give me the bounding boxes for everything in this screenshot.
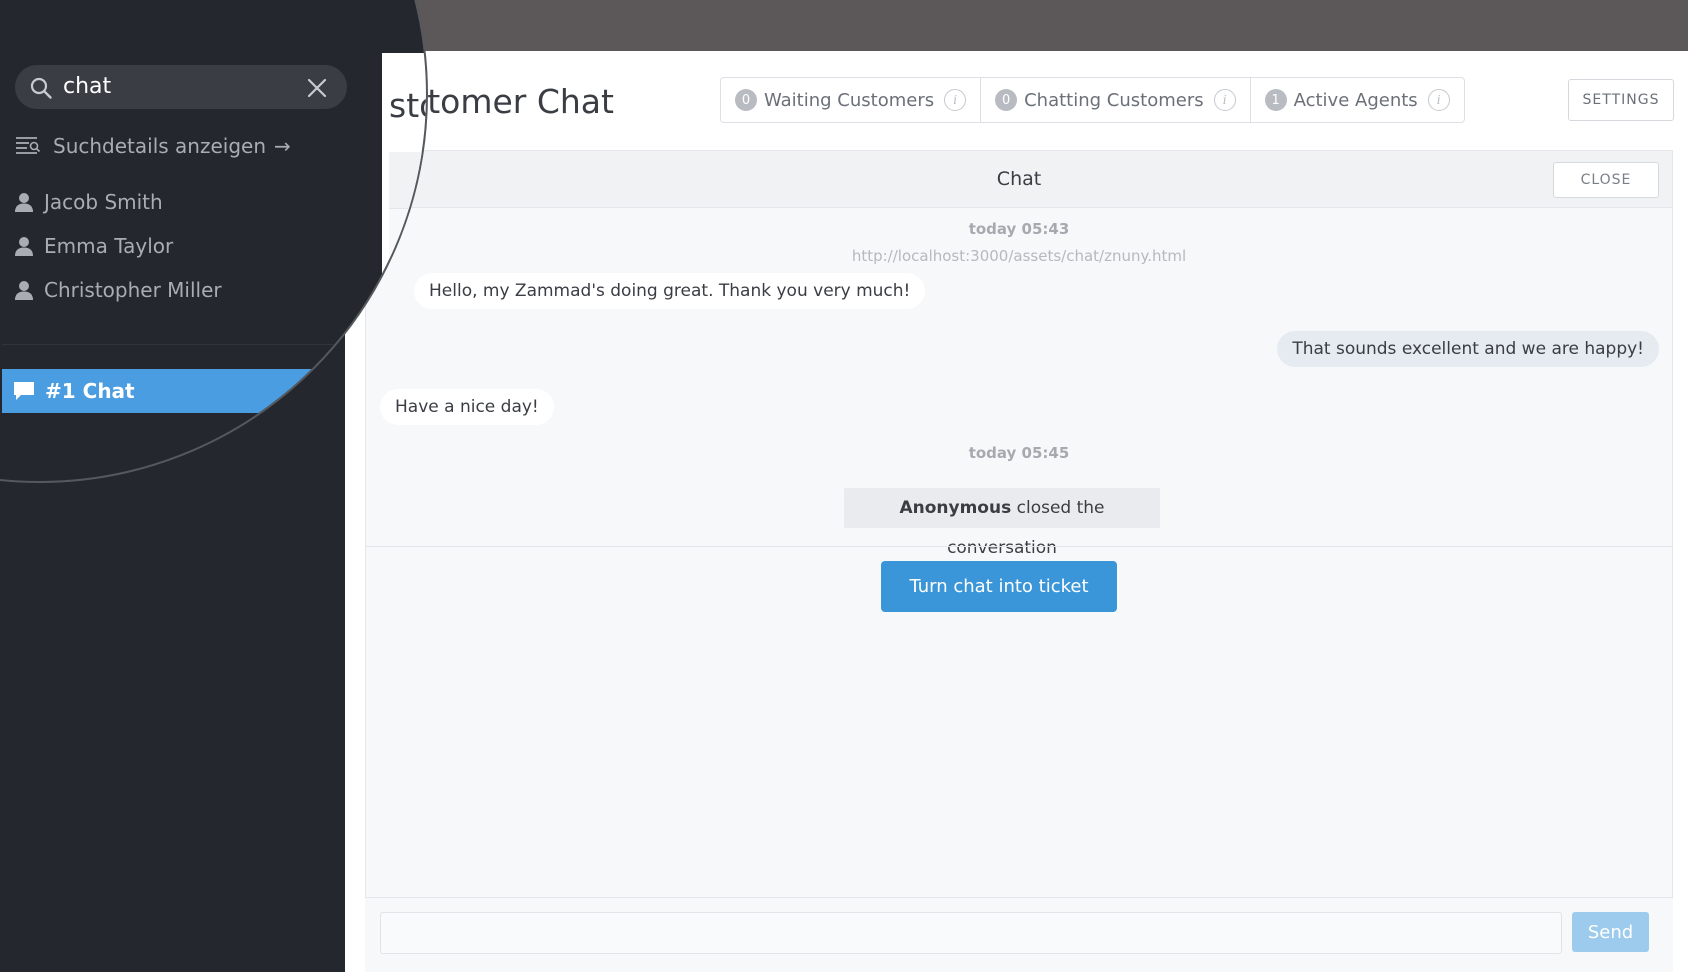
chat-message-input[interactable]: [380, 912, 1562, 954]
person-icon: [15, 237, 33, 256]
turn-chat-into-ticket-button[interactable]: Turn chat into ticket: [881, 561, 1117, 612]
person-icon: [15, 281, 33, 300]
agent-message: That sounds excellent and we are happy!: [1277, 331, 1659, 367]
magnifier-lens: stomer Chat ello, my Zammad's doing grea…: [0, 0, 428, 483]
chat-title: Chat: [996, 168, 1042, 190]
chatting-count-badge: 0: [995, 89, 1018, 111]
stat-label: Active Agents: [1293, 89, 1418, 111]
search-box[interactable]: chat: [15, 65, 347, 109]
search-result-person[interactable]: Christopher Miller: [13, 270, 222, 310]
stat-label: Waiting Customers: [764, 89, 935, 111]
chat-compose-bar: Send: [365, 897, 1673, 972]
settings-button[interactable]: SETTINGS: [1568, 79, 1674, 121]
chat-result-label: #1 Chat: [45, 379, 135, 403]
lens-chat-header: [389, 152, 426, 209]
chat-stats-bar: 0 Waiting Customers i 0 Chatting Custome…: [720, 77, 1465, 123]
person-name: Christopher Miller: [44, 278, 222, 302]
stat-waiting-customers[interactable]: 0 Waiting Customers i: [721, 78, 982, 122]
send-button[interactable]: Send: [1572, 912, 1649, 952]
search-result-chat[interactable]: #1 Chat: [2, 369, 382, 413]
lens-page-title: stomer Chat: [389, 86, 426, 125]
agents-count-badge: 1: [1264, 89, 1287, 111]
page-title: stomer Chat: [410, 82, 614, 121]
stat-label: Chatting Customers: [1024, 89, 1204, 111]
person-icon: [15, 193, 33, 212]
search-result-person[interactable]: Emma Taylor: [13, 226, 173, 266]
search-details-icon: [16, 137, 41, 154]
info-icon[interactable]: i: [944, 89, 967, 111]
chat-source-url[interactable]: http://localhost:3000/assets/chat/znuny.…: [366, 247, 1672, 265]
close-icon[interactable]: [305, 76, 329, 100]
stat-active-agents[interactable]: 1 Active Agents i: [1251, 78, 1464, 122]
message-timestamp: today 05:43: [968, 220, 1070, 238]
search-result-person[interactable]: Jacob Smith: [13, 182, 163, 222]
divider: [2, 344, 382, 345]
customer-message: ello, my Zammad's doing great. Thank you…: [383, 272, 426, 308]
divider: [366, 546, 1672, 547]
customer-message: Hello, my Zammad's doing great. Thank yo…: [414, 273, 926, 309]
chat-bubble-icon: [14, 382, 34, 400]
arrow-right-icon: →: [274, 134, 291, 158]
search-details-link[interactable]: Suchdetails anzeigen →: [15, 126, 291, 166]
chat-header: Chat CLOSE: [366, 151, 1672, 208]
person-name: Emma Taylor: [44, 234, 174, 258]
message-timestamp: today 05:45: [968, 444, 1070, 462]
lens-chat-panel: ello, my Zammad's doing great. Thank you…: [383, 152, 426, 481]
search-icon: [30, 77, 52, 99]
chat-panel: Chat CLOSE today 05:43 http://localhost:…: [365, 150, 1673, 972]
app-window: stomer Chat 0 Waiting Customers i 0 Chat…: [0, 0, 1688, 972]
status-actor: Anonymous: [899, 498, 1012, 518]
close-chat-button[interactable]: CLOSE: [1553, 162, 1659, 198]
waiting-count-badge: 0: [735, 89, 757, 111]
conversation-closed-notice: Anonymous closed the conversation: [844, 488, 1160, 558]
info-icon[interactable]: i: [1427, 89, 1450, 111]
stat-chatting-customers[interactable]: 0 Chatting Customers i: [981, 78, 1251, 122]
search-input[interactable]: chat: [63, 65, 111, 109]
info-icon[interactable]: i: [1213, 89, 1236, 111]
main-content: stomer Chat 0 Waiting Customers i 0 Chat…: [345, 51, 1688, 972]
search-details-label: Suchdetails anzeigen: [53, 134, 266, 158]
lens-main-area: stomer Chat ello, my Zammad's doing grea…: [382, 53, 426, 481]
person-name: Jacob Smith: [44, 190, 163, 214]
